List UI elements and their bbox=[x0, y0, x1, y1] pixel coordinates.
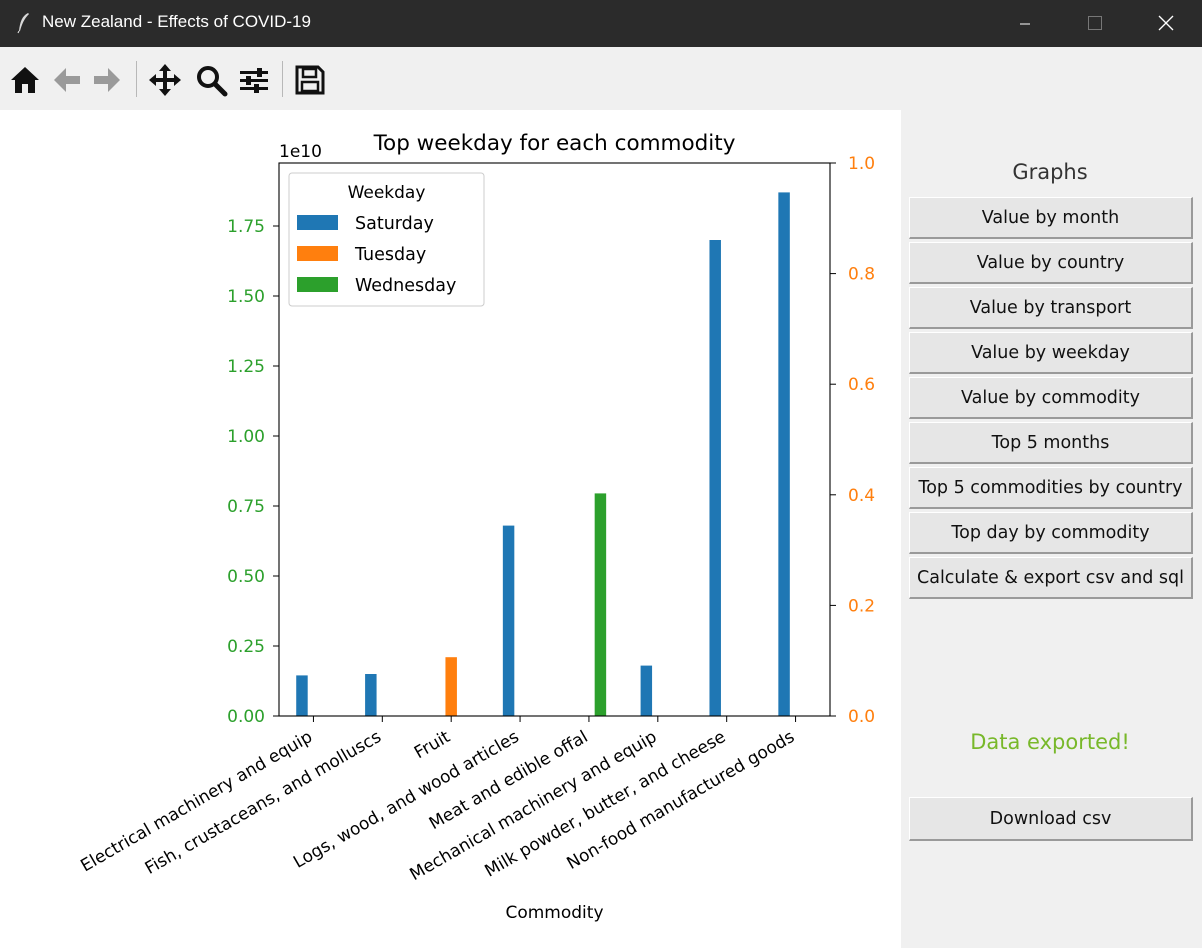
y-tick-label: 0.75 bbox=[227, 497, 265, 517]
close-button[interactable] bbox=[1131, 0, 1201, 47]
save-icon bbox=[295, 65, 325, 95]
y-tick-label: 1.50 bbox=[227, 287, 265, 307]
maximize-icon bbox=[1088, 16, 1102, 30]
x-tick-label: Fruit bbox=[411, 727, 454, 763]
bar-chart: 0.00 0.25 0.50 0.75 1.00 1.25 1.50 1.75 1e10 0.0 0… bbox=[77, 131, 875, 923]
title-bar: New Zealand - Effects of COVID-19 bbox=[0, 0, 1202, 47]
y2-tick-label: 0.0 bbox=[848, 707, 875, 727]
pan-button[interactable] bbox=[148, 63, 182, 97]
y2-tick-label: 1.0 bbox=[848, 154, 875, 174]
pan-icon bbox=[149, 64, 181, 96]
value-by-weekday-button[interactable]: Value by weekday bbox=[909, 332, 1193, 374]
y-tick-label: 1.75 bbox=[227, 217, 265, 237]
bar-wednesday-4 bbox=[594, 493, 607, 716]
home-button[interactable] bbox=[8, 63, 42, 97]
bar-saturday-7 bbox=[778, 192, 790, 716]
window-title: New Zealand - Effects of COVID-19 bbox=[42, 12, 311, 31]
export-status-message: Data exported! bbox=[970, 730, 1130, 754]
navigation-toolbar bbox=[0, 47, 1202, 110]
home-icon bbox=[11, 67, 39, 93]
toolbar-separator bbox=[282, 61, 283, 97]
minimize-icon bbox=[1020, 23, 1030, 25]
forward-arrow-icon bbox=[94, 68, 120, 92]
bar-saturday-0 bbox=[296, 675, 308, 716]
configure-subplots-icon bbox=[240, 68, 268, 93]
value-by-country-button[interactable]: Value by country bbox=[909, 242, 1193, 284]
download-csv-button[interactable]: Download csv bbox=[909, 797, 1193, 841]
value-by-transport-button[interactable]: Value by transport bbox=[909, 287, 1193, 329]
bar-saturday-3 bbox=[502, 525, 515, 716]
top-5-commodities-by-country-button[interactable]: Top 5 commodities by country bbox=[909, 467, 1193, 509]
side-panel: Graphs Value by month Value by country V… bbox=[901, 110, 1202, 948]
y-tick-label: 0.00 bbox=[227, 707, 265, 727]
legend-swatch-wednesday bbox=[297, 277, 338, 292]
feather-icon bbox=[17, 13, 29, 34]
configure-subplots-button[interactable] bbox=[237, 63, 271, 97]
figure-canvas[interactable]: 0.00 0.25 0.50 0.75 1.00 1.25 1.50 1.75 1e10 0.0 0… bbox=[0, 110, 901, 948]
y-tick-label: 1.25 bbox=[227, 357, 265, 377]
save-button[interactable] bbox=[293, 63, 327, 97]
y-tick-label: 0.25 bbox=[227, 637, 265, 657]
zoom-icon bbox=[197, 66, 228, 97]
legend-label-saturday: Saturday bbox=[355, 214, 434, 234]
value-by-commodity-button[interactable]: Value by commodity bbox=[909, 377, 1193, 419]
y2-tick-label: 0.2 bbox=[848, 596, 875, 616]
legend-swatch-saturday bbox=[297, 215, 338, 230]
calculate-export-button[interactable]: Calculate & export csv and sql bbox=[909, 557, 1193, 599]
back-button[interactable] bbox=[50, 63, 84, 97]
y2-tick-label: 0.6 bbox=[848, 375, 875, 395]
y2-tick-label: 0.8 bbox=[848, 265, 875, 285]
close-icon bbox=[1158, 15, 1174, 31]
top-5-months-button[interactable]: Top 5 months bbox=[909, 422, 1193, 464]
back-arrow-icon bbox=[54, 68, 80, 92]
forward-button[interactable] bbox=[90, 63, 124, 97]
bar-saturday-1 bbox=[365, 674, 377, 716]
bar-saturday-5 bbox=[640, 665, 653, 716]
y-tick-label: 1.00 bbox=[227, 427, 265, 447]
bar-saturday-6 bbox=[709, 240, 721, 716]
minimize-button[interactable] bbox=[990, 0, 1060, 47]
legend-swatch-tuesday bbox=[297, 246, 338, 261]
y2-tick-label: 0.4 bbox=[848, 486, 875, 506]
y-offset-label: 1e10 bbox=[279, 142, 322, 162]
top-day-by-commodity-button[interactable]: Top day by commodity bbox=[909, 512, 1193, 554]
bar-tuesday-2 bbox=[445, 657, 457, 716]
zoom-button[interactable] bbox=[194, 63, 228, 97]
legend-label-tuesday: Tuesday bbox=[354, 245, 426, 265]
value-by-month-button[interactable]: Value by month bbox=[909, 197, 1193, 239]
y-tick-label: 0.50 bbox=[227, 567, 265, 587]
x-axis-label: Commodity bbox=[505, 903, 603, 923]
legend-label-wednesday: Wednesday bbox=[355, 276, 456, 296]
graphs-heading: Graphs bbox=[1012, 160, 1088, 184]
legend-title: Weekday bbox=[348, 183, 426, 203]
toolbar-separator bbox=[136, 61, 137, 97]
maximize-button[interactable] bbox=[1060, 0, 1130, 47]
chart-title: Top weekday for each commodity bbox=[373, 131, 736, 156]
